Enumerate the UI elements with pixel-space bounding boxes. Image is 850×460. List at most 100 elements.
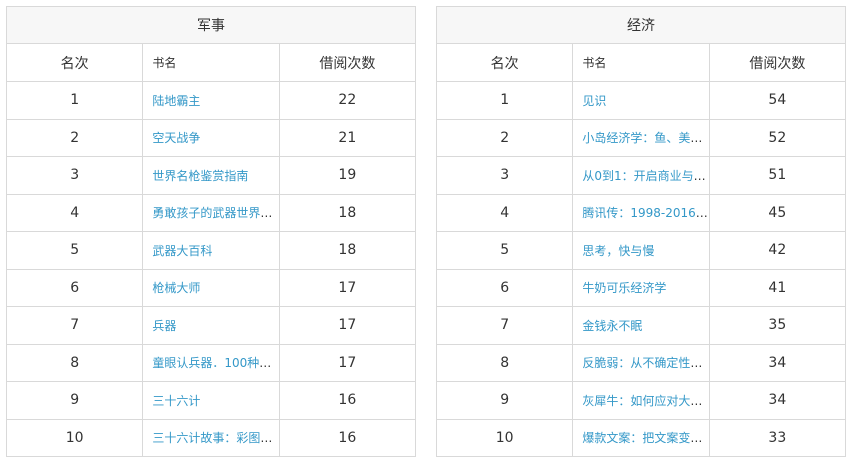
table-row: 8 反脆弱：从不确定性中获益：things...34 xyxy=(435,343,847,382)
book-title-link[interactable]: 世界名枪鉴赏指南 xyxy=(152,169,248,183)
book-title-link[interactable]: 牛奶可乐经济学 xyxy=(582,281,666,295)
count-cell: 18 xyxy=(278,193,417,232)
book-title-link[interactable]: 枪械大师 xyxy=(152,281,200,295)
count-cell: 33 xyxy=(708,418,847,457)
table-row: 9 三十六计 16 xyxy=(5,381,417,420)
book-title-link[interactable]: 思考，快与慢 xyxy=(582,244,654,258)
table-row: 7 兵器 17 xyxy=(5,306,417,345)
rank-cell: 9 xyxy=(435,381,574,420)
table-row: 10 三十六计故事：彩图拼音版16 xyxy=(5,418,417,457)
rank-cell: 5 xyxy=(5,231,144,270)
count-cell: 16 xyxy=(278,381,417,420)
rank-cell: 2 xyxy=(435,118,574,157)
rank-cell: 8 xyxy=(5,343,144,382)
title-cell: 反脆弱：从不确定性中获益：things... xyxy=(572,343,710,382)
title-cell: 从0到1：开启商业与未来的秘密：no... xyxy=(572,156,710,195)
table-row: 3 世界名枪鉴赏指南 19 xyxy=(5,156,417,195)
title-cell: 陆地霸主 xyxy=(142,81,280,120)
ranking-table: 经济名次书名借阅次数1见识542小岛经济学：鱼、美元和经济的故事523从0到1：… xyxy=(435,6,847,457)
book-title-link[interactable]: 三十六计故事：彩图拼音版 xyxy=(152,431,278,445)
table-row: 6 牛奶可乐经济学 41 xyxy=(435,268,847,307)
book-title-link[interactable]: 兵器 xyxy=(152,319,176,333)
count-cell: 17 xyxy=(278,343,417,382)
title-header: 书名 xyxy=(142,43,280,82)
count-cell: 17 xyxy=(278,268,417,307)
table-row: 3 从0到1：开启商业与未来的秘密：no...51 xyxy=(435,156,847,195)
count-header: 借阅次数 xyxy=(278,43,417,82)
title-cell: 空天战争 xyxy=(142,118,280,157)
title-cell: 兵器 xyxy=(142,306,280,345)
table-row: 5 思考，快与慢 42 xyxy=(435,231,847,270)
count-cell: 22 xyxy=(278,81,417,120)
count-cell: 17 xyxy=(278,306,417,345)
book-title-link[interactable]: 从0到1：开启商业与未来的秘密：no... xyxy=(582,169,708,183)
count-cell: 34 xyxy=(708,381,847,420)
count-cell: 19 xyxy=(278,156,417,195)
title-cell: 武器大百科 xyxy=(142,231,280,270)
book-title-link[interactable]: 腾讯传：1998-2016：中国互联网公... xyxy=(582,206,708,220)
rank-cell: 5 xyxy=(435,231,574,270)
table-row: 4 腾讯传：1998-2016：中国互联网公...45 xyxy=(435,193,847,232)
book-title-link[interactable]: 勇敢孩子的武器世界．陆地泰坦 xyxy=(152,206,278,220)
category-title: 经济 xyxy=(436,6,846,44)
title-cell: 爆款文案：把文案变成“印钞机” xyxy=(572,418,710,457)
book-title-link[interactable]: 武器大百科 xyxy=(152,244,212,258)
rank-cell: 1 xyxy=(435,81,574,120)
table-row: 6 枪械大师 17 xyxy=(5,268,417,307)
title-cell: 世界名枪鉴赏指南 xyxy=(142,156,280,195)
table-row: 7 金钱永不眠 35 xyxy=(435,306,847,345)
book-title-link[interactable]: 金钱永不眠 xyxy=(582,319,642,333)
column-header-row: 名次 书名 借阅次数 xyxy=(435,43,847,82)
title-cell: 勇敢孩子的武器世界．陆地泰坦 xyxy=(142,193,280,232)
count-cell: 52 xyxy=(708,118,847,157)
column-header-row: 名次 书名 借阅次数 xyxy=(5,43,417,82)
book-title-link[interactable]: 反脆弱：从不确定性中获益：things... xyxy=(582,356,708,370)
book-title-link[interactable]: 童眼认兵器．100种名枪 xyxy=(152,356,278,370)
rank-cell: 4 xyxy=(5,193,144,232)
category-title: 军事 xyxy=(6,6,416,44)
rank-cell: 10 xyxy=(435,418,574,457)
title-cell: 思考，快与慢 xyxy=(572,231,710,270)
count-cell: 35 xyxy=(708,306,847,345)
title-cell: 童眼认兵器．100种名枪 xyxy=(142,343,280,382)
book-title-link[interactable]: 小岛经济学：鱼、美元和经济的故事 xyxy=(582,131,708,145)
rank-header: 名次 xyxy=(5,43,144,82)
book-title-link[interactable]: 陆地霸主 xyxy=(152,94,200,108)
rank-cell: 2 xyxy=(5,118,144,157)
book-title-link[interactable]: 见识 xyxy=(582,94,606,108)
book-title-link[interactable]: 灰犀牛：如何应对大概率危机：how ... xyxy=(582,394,708,408)
book-title-link[interactable]: 空天战争 xyxy=(152,131,200,145)
ranking-panel-military: 军事 名次 书名 借阅次数 1 陆地霸主 22 2 空天战争 21 3 世界名枪鉴赏指南 19 4 勇敢孩子… xyxy=(5,6,417,457)
table-row: 4 勇敢孩子的武器世界．陆地泰坦18 xyxy=(5,193,417,232)
rank-cell: 7 xyxy=(435,306,574,345)
title-cell: 牛奶可乐经济学 xyxy=(572,268,710,307)
count-cell: 54 xyxy=(708,81,847,120)
count-header: 借阅次数 xyxy=(708,43,847,82)
count-cell: 45 xyxy=(708,193,847,232)
rank-cell: 10 xyxy=(5,418,144,457)
rank-cell: 4 xyxy=(435,193,574,232)
book-title-link[interactable]: 爆款文案：把文案变成“印钞机” xyxy=(582,431,708,445)
rank-cell: 3 xyxy=(435,156,574,195)
table-row: 2 小岛经济学：鱼、美元和经济的故事52 xyxy=(435,118,847,157)
book-title-link[interactable]: 三十六计 xyxy=(152,394,200,408)
table-row: 2 空天战争 21 xyxy=(5,118,417,157)
title-cell: 枪械大师 xyxy=(142,268,280,307)
rank-cell: 6 xyxy=(5,268,144,307)
count-cell: 42 xyxy=(708,231,847,270)
rank-cell: 8 xyxy=(435,343,574,382)
rank-cell: 1 xyxy=(5,81,144,120)
count-cell: 34 xyxy=(708,343,847,382)
rank-cell: 3 xyxy=(5,156,144,195)
title-cell: 腾讯传：1998-2016：中国互联网公... xyxy=(572,193,710,232)
ranking-panel-economics: 经济名次书名借阅次数1见识542小岛经济学：鱼、美元和经济的故事523从0到1：… xyxy=(435,6,847,457)
title-cell: 三十六计故事：彩图拼音版 xyxy=(142,418,280,457)
title-cell: 三十六计 xyxy=(142,381,280,420)
title-cell: 灰犀牛：如何应对大概率危机：how ... xyxy=(572,381,710,420)
count-cell: 51 xyxy=(708,156,847,195)
title-header: 书名 xyxy=(572,43,710,82)
count-cell: 18 xyxy=(278,231,417,270)
rank-cell: 9 xyxy=(5,381,144,420)
title-cell: 小岛经济学：鱼、美元和经济的故事 xyxy=(572,118,710,157)
table-row: 10 爆款文案：把文案变成“印钞机”33 xyxy=(435,418,847,457)
